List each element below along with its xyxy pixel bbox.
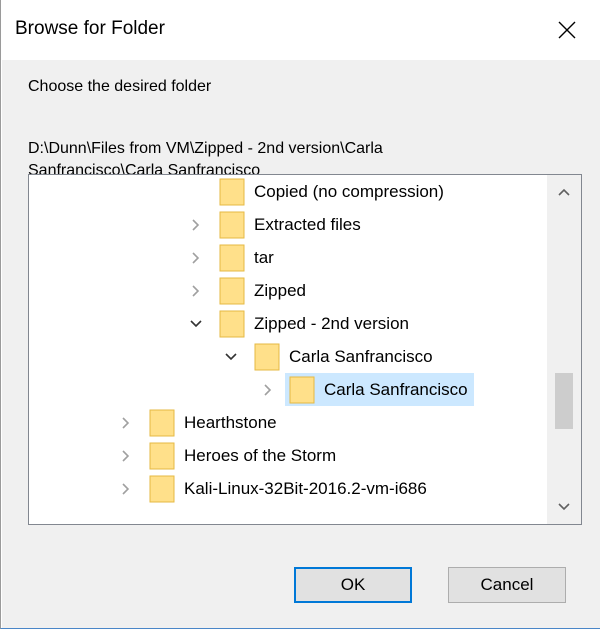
tree-item-label: Carla Sanfrancisco (289, 346, 433, 366)
tree-item-extracted-files[interactable]: Extracted files (192, 208, 367, 241)
folder-tree[interactable]: Copied (no compression) Extracted files … (28, 174, 582, 525)
close-button[interactable] (539, 6, 595, 54)
tree-item-label: Carla Sanfrancisco (324, 379, 468, 399)
tree-item-zipped-2nd-version[interactable]: Zipped - 2nd version (190, 307, 415, 340)
chevron-right-icon[interactable] (119, 449, 133, 463)
tree-item-carla-sanfrancisco[interactable]: Carla Sanfrancisco (225, 340, 439, 373)
folder-icon (219, 244, 245, 271)
folder-icon (289, 376, 315, 403)
tree-item-label: Kali-Linux-32Bit-2016.2-vm-i686 (184, 478, 427, 498)
tree-item-label: Zipped - 2nd version (254, 313, 409, 333)
folder-icon (219, 277, 245, 304)
tree-item-zipped[interactable]: Zipped (192, 274, 312, 307)
folder-icon (219, 178, 245, 205)
dialog-window: Browse for Folder Choose the desired fol… (0, 0, 600, 629)
tree-item-label: Extracted files (254, 214, 361, 234)
scrollbar-thumb[interactable] (555, 373, 573, 429)
selected-path: D:\Dunn\Files from VM\Zipped - 2nd versi… (28, 138, 578, 174)
tree-item-label: Zipped (254, 280, 306, 300)
chevron-right-icon[interactable] (119, 482, 133, 496)
tree-item-hearthstone[interactable]: Hearthstone (122, 406, 283, 439)
tree-item-label: Copied (no compression) (254, 181, 444, 201)
tree-item-heroes-of-the-storm[interactable]: Heroes of the Storm (122, 439, 342, 472)
scroll-down-button[interactable] (547, 490, 581, 524)
close-icon (558, 21, 576, 39)
cancel-button[interactable]: Cancel (448, 567, 566, 603)
folder-icon (219, 310, 245, 337)
tree-item-label: Hearthstone (184, 412, 277, 432)
chevron-up-icon (558, 188, 570, 196)
vertical-scrollbar[interactable] (547, 175, 581, 524)
tree-item-tar[interactable]: tar (192, 241, 280, 274)
scroll-up-button[interactable] (547, 175, 581, 209)
tree-item-carla-sanfrancisco-selected[interactable]: Carla Sanfrancisco (264, 373, 474, 406)
path-line-2: Sanfrancisco\Carla Sanfrancisco (28, 162, 261, 174)
tree-item-label: tar (254, 247, 274, 267)
folder-icon (254, 343, 280, 370)
chevron-down-icon[interactable] (224, 350, 238, 364)
folder-icon (219, 211, 245, 238)
title-bar: Browse for Folder (1, 0, 600, 60)
folder-icon (149, 409, 175, 436)
chevron-right-icon[interactable] (119, 416, 133, 430)
ok-button[interactable]: OK (294, 567, 412, 603)
chevron-right-icon[interactable] (189, 218, 203, 232)
chevron-right-icon[interactable] (189, 251, 203, 265)
chevron-down-icon[interactable] (189, 317, 203, 331)
tree-item-label: Heroes of the Storm (184, 445, 337, 465)
tree-item-copied[interactable]: Copied (no compression) (219, 175, 450, 208)
path-line-1: D:\Dunn\Files from VM\Zipped - 2nd versi… (28, 140, 383, 157)
tree-item-kali-linux[interactable]: Kali-Linux-32Bit-2016.2-vm-i686 (122, 472, 433, 505)
chevron-right-icon[interactable] (261, 383, 275, 397)
window-title: Browse for Folder (15, 18, 165, 39)
folder-icon (149, 475, 175, 502)
prompt-text: Choose the desired folder (28, 78, 212, 95)
chevron-right-icon[interactable] (189, 284, 203, 298)
chevron-down-icon (558, 503, 570, 511)
folder-icon (149, 442, 175, 469)
